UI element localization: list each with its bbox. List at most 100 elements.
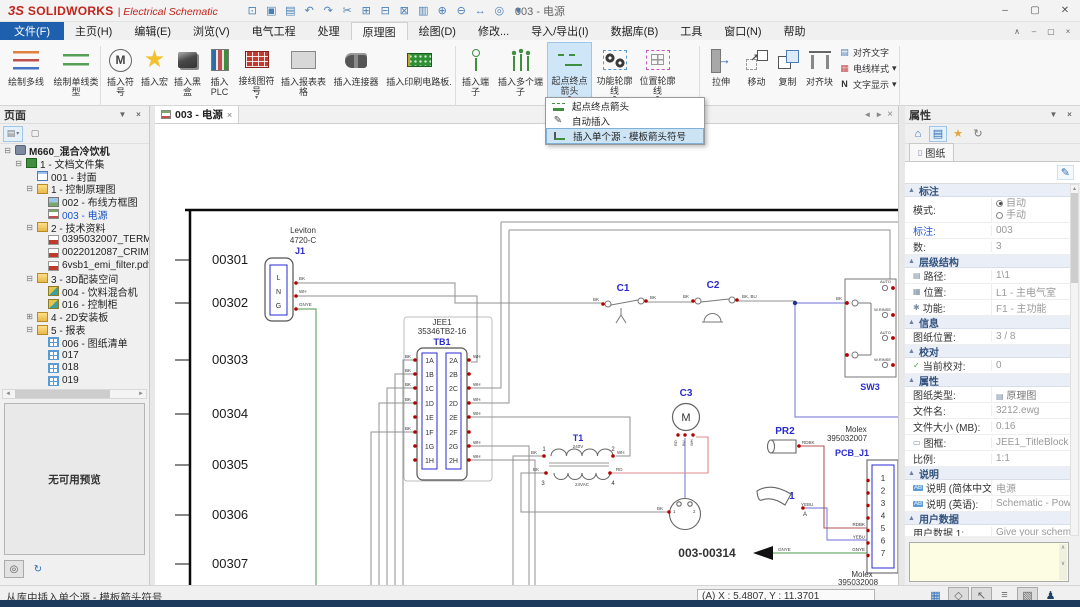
preview-toggle-button[interactable]: ◎ (4, 560, 24, 578)
document-tab-close-icon[interactable]: × (227, 110, 232, 120)
component-j1[interactable]: Leviton 4720-C J1 L N G BK WH GNYE (265, 226, 316, 321)
tree-item[interactable]: 018 (0, 362, 149, 375)
menu-item[interactable]: 绘图(D) (408, 22, 467, 40)
pin-icon[interactable]: ▼ (116, 108, 129, 121)
document-tab[interactable]: 003 - 电源 × (155, 106, 239, 123)
menu-item[interactable]: 文件(F) (0, 22, 64, 40)
stretch-button[interactable]: 拉伸 (702, 42, 740, 102)
paste-properties-icon[interactable]: ▥ (415, 3, 432, 19)
history-icon[interactable]: ↻ (969, 126, 987, 142)
doc-close-icon[interactable]: × (1060, 24, 1076, 38)
copy-button[interactable]: 复制 (773, 42, 802, 102)
tree-item[interactable]: 0395032007_TERMINA (0, 234, 149, 247)
section-description[interactable]: ▲说明 (905, 467, 1073, 480)
radio-manual[interactable] (996, 212, 1003, 219)
tree-expander-icon[interactable]: ⊟ (25, 325, 34, 334)
doc-minimize-icon[interactable]: – (1026, 24, 1042, 38)
row-user-data-1[interactable]: 用户数据 1:Give your schem (905, 525, 1073, 536)
insert-multiple-terminals-button[interactable]: 插入多个端子 (495, 42, 546, 102)
properties-note-box[interactable]: ∧∨ (909, 542, 1069, 582)
search-icon[interactable]: ◎ (491, 3, 508, 19)
menu-item-insert-single-source[interactable]: 插入单个源 - 模板箭头符号 (546, 128, 704, 144)
insert-macro-button[interactable]: ★插入宏 (139, 42, 170, 102)
menu-item[interactable]: 数据库(B) (600, 22, 670, 40)
section-attributes[interactable]: ▲属性 (905, 374, 1073, 387)
menu-item[interactable]: 处理 (307, 22, 351, 40)
row-sheet-type[interactable]: 图纸类型:▤ 原理图 (905, 387, 1073, 403)
section-info[interactable]: ▲信息 (905, 316, 1073, 329)
component-c3-plug[interactable]: 1 2 BK (657, 499, 701, 530)
menu-item[interactable]: 修改... (467, 22, 520, 40)
wire-style-button[interactable]: ▦电线样式▾ (839, 60, 897, 76)
align-text-button[interactable]: ▤对齐文字 (839, 44, 897, 60)
restore-button[interactable]: ▢ (1020, 0, 1050, 21)
align-blocks-button[interactable]: 对齐块 (803, 42, 836, 102)
zoom-in-icon[interactable]: ⊕ (434, 3, 451, 19)
print-icon[interactable]: ▤ (282, 3, 299, 19)
row-mark[interactable]: 标注:003 (905, 223, 1073, 239)
schematic-canvas[interactable]: 00301 00302 00303 00304 00305 00306 0030… (155, 124, 898, 585)
location-outline-button[interactable]: 位置轮廓线▾ (637, 42, 678, 102)
row-description-zh[interactable]: AB说明 (简体中文电源 (905, 480, 1073, 496)
tree-item[interactable]: 006 - 图纸清单 (0, 336, 149, 349)
tree-expander-icon[interactable]: ⊟ (25, 184, 34, 193)
scrollbar-thumb[interactable] (1071, 193, 1078, 283)
menu-item[interactable]: 原理图 (351, 22, 408, 40)
edit-pencil-icon[interactable]: ✎ (1057, 165, 1074, 180)
copy-icon[interactable]: ⊞ (358, 3, 375, 19)
row-title-block[interactable]: ▭图框:JEE1_TitleBlock (905, 435, 1073, 451)
pin-icon[interactable]: ▼ (1047, 108, 1060, 121)
copy-properties-icon[interactable]: ⊠ (396, 3, 413, 19)
insert-plc-button[interactable]: 插入 PLC (205, 42, 234, 102)
pages-view-button[interactable]: ▤▾ (3, 126, 23, 142)
tree-expander-icon[interactable]: ⊟ (25, 274, 34, 283)
menu-item[interactable]: 帮助 (773, 22, 817, 40)
prev-tab-icon[interactable]: ◄ (863, 110, 871, 119)
menu-item[interactable]: 窗口(N) (713, 22, 772, 40)
close-panel-icon[interactable]: × (132, 108, 145, 121)
note-scrollbar[interactable]: ∧∨ (1059, 544, 1067, 580)
component-tb1[interactable]: JEE1 35346TB2-16 TB1 1A2A 1B2B 1C2C 1D2D… (405, 318, 481, 480)
menu-item[interactable]: 主页(H) (64, 22, 123, 40)
section-user-data[interactable]: ▲用户数据 (905, 512, 1073, 525)
close-panel-icon[interactable]: × (1063, 108, 1076, 121)
tree-item[interactable]: ⊟ 2 - 技术资料 (0, 221, 149, 234)
move-button[interactable]: ↗移动 (741, 42, 772, 102)
menu-item[interactable]: 工具 (669, 22, 713, 40)
insert-terminal-button[interactable]: 插入端子 (457, 42, 494, 102)
tree-expander-icon[interactable]: ⊞ (25, 312, 34, 321)
draw-multiline-button[interactable]: 绘制多线 (2, 42, 50, 102)
properties-scrollbar[interactable]: ▴ (1070, 184, 1079, 536)
component-pcb-j1[interactable]: Molex 395032007 PCB_J1 1 2 3 4 5 6 7 (827, 425, 898, 585)
tree-item[interactable]: 017 (0, 349, 149, 362)
menu-item-auto-insert[interactable]: ✎自动插入 (546, 113, 704, 128)
close-button[interactable]: ✕ (1050, 0, 1080, 21)
menu-item[interactable]: 浏览(V) (182, 22, 241, 40)
component-c3-motor[interactable]: C3 M RD BU WH (673, 388, 700, 446)
radio-auto[interactable] (996, 200, 1003, 207)
pan-icon[interactable]: ↔ (472, 3, 489, 19)
insert-connector-button[interactable]: 插入连接器 (329, 42, 383, 102)
tree-item[interactable]: 0022012087_CRIMP_H (0, 246, 149, 259)
cut-icon[interactable]: ✂ (339, 3, 356, 19)
paste-icon[interactable]: ⊟ (377, 3, 394, 19)
menu-item[interactable]: 导入/导出(I) (520, 22, 599, 40)
component-t1[interactable]: T1 240V 1 2 3 4 BK WH BK RD 24VAC (531, 433, 625, 487)
undo-icon[interactable]: ↶ (301, 3, 318, 19)
wiring-diagram-symbol-button[interactable]: 接线图符号▾ (235, 42, 278, 102)
tree-horizontal-scrollbar[interactable]: ◄ ► (2, 389, 147, 399)
text-display-button[interactable]: N文字显示▾ (839, 76, 897, 92)
insert-symbol-button[interactable]: M插入符号 (103, 42, 138, 102)
menu-item[interactable]: 电气工程 (241, 22, 307, 40)
tab-sheet[interactable]: ▯ 图纸 (909, 143, 954, 161)
right-splitter[interactable] (898, 106, 905, 585)
next-tab-icon[interactable]: ► (875, 110, 883, 119)
insert-blackbox-button[interactable]: 插入黑盒 (171, 42, 204, 102)
pages-view-alt-button[interactable]: ▢ (25, 126, 45, 142)
doc-restore-icon[interactable]: ▢ (1043, 24, 1059, 38)
minimize-button[interactable]: – (990, 0, 1020, 21)
component-pr1[interactable]: PR1 YEBU A (757, 487, 813, 518)
menu-item-origin-destination[interactable]: 起点终点箭头 (546, 98, 704, 113)
refresh-preview-button[interactable]: ↻ (28, 560, 48, 578)
save-icon[interactable]: ▣ (263, 3, 280, 19)
